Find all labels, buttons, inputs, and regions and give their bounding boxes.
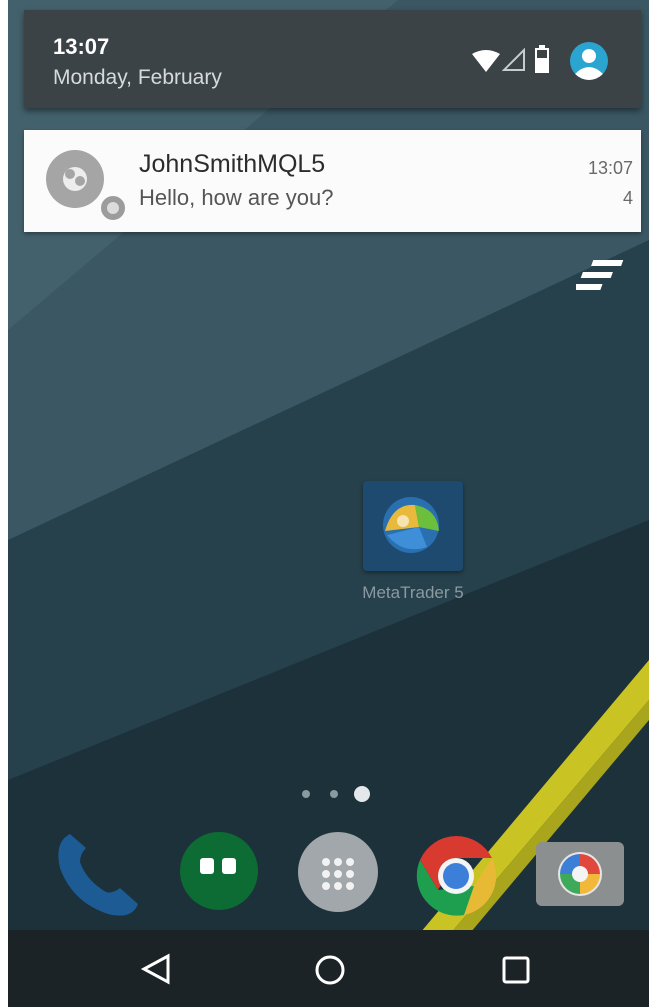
notification-shade-header: 13:07 Monday, February (24, 10, 641, 108)
camera-icon[interactable] (536, 836, 624, 906)
clear-all-icon[interactable] (576, 258, 626, 294)
notification-title: JohnSmithMQL5 (139, 150, 326, 178)
date-label: Monday, February (53, 66, 222, 89)
app-badge-icon (99, 194, 127, 222)
navigation-bar (8, 930, 649, 1007)
user-avatar-icon[interactable] (570, 42, 608, 80)
notification-time: 13:07 (587, 158, 633, 178)
notification-count: 4 (622, 188, 633, 208)
battery-icon (535, 45, 549, 73)
page-indicator-dot (302, 790, 310, 798)
home-icon[interactable] (312, 952, 348, 988)
clock: 13:07 (53, 34, 110, 59)
chrome-icon[interactable] (412, 832, 500, 920)
cell-signal-icon (502, 48, 525, 71)
metatrader-app-icon[interactable] (363, 481, 463, 571)
screen: 13:07 Monday, February JohnSmithMQL5 Hel… (0, 0, 649, 1007)
app-label: MetaTrader 5 (362, 583, 464, 602)
back-icon[interactable] (138, 952, 174, 986)
notification-card[interactable]: JohnSmithMQL5 Hello, how are you? 13:07 … (24, 130, 641, 232)
phone-icon[interactable] (50, 828, 140, 918)
wifi-icon (472, 50, 500, 72)
notification-message: Hello, how are you? (139, 185, 334, 210)
recents-icon[interactable] (500, 954, 532, 986)
page-indicator-dot (330, 790, 338, 798)
android-screen: 13:07 Monday, February JohnSmithMQL5 Hel… (8, 0, 649, 1007)
app-drawer-icon[interactable] (298, 832, 378, 912)
hangouts-icon[interactable] (180, 832, 258, 910)
page-indicator-active-dot (354, 786, 370, 802)
metatrader-logo-icon (46, 150, 104, 208)
